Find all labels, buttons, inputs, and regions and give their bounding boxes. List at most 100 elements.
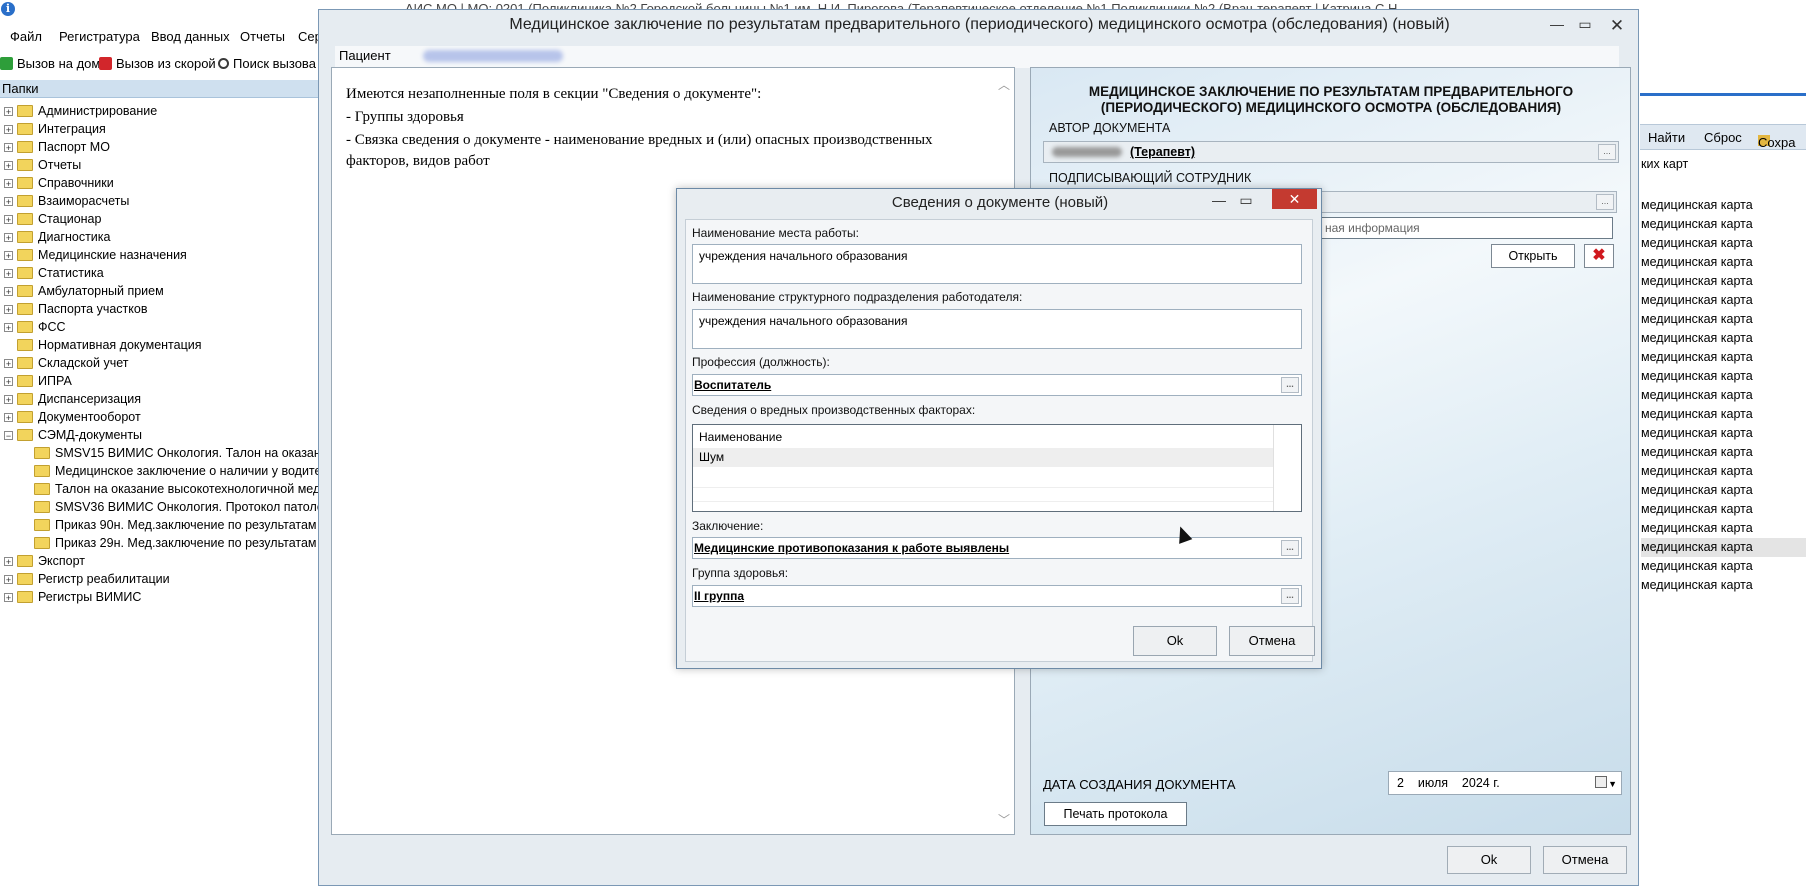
list-item[interactable]: медицинская карта xyxy=(1641,348,1806,367)
reset-button[interactable]: Сброс xyxy=(1704,130,1742,145)
tree-item[interactable]: + Справочники xyxy=(4,174,114,192)
table-row[interactable]: Шум xyxy=(693,448,1273,467)
expander-icon[interactable]: + xyxy=(4,160,13,170)
tree-item[interactable]: + Регистр реабилитации xyxy=(4,570,170,588)
expander-icon[interactable]: + xyxy=(4,142,13,152)
open-button[interactable]: Открыть xyxy=(1491,244,1575,268)
tree-item[interactable]: − СЭМД-документы xyxy=(4,426,142,444)
calendar-icon[interactable] xyxy=(1595,776,1607,788)
maximize-icon[interactable]: ▭ xyxy=(1234,192,1258,209)
expander-icon[interactable]: + xyxy=(4,322,13,332)
tree-item[interactable]: + Амбулаторный прием xyxy=(4,282,164,300)
home-call-button[interactable]: Вызов на дом xyxy=(0,56,100,71)
tree-item[interactable]: + ИПРА xyxy=(4,372,72,390)
expander-icon[interactable]: + xyxy=(4,250,13,260)
expander-icon[interactable]: + xyxy=(4,106,13,116)
tree-item[interactable]: + ФСС xyxy=(4,318,66,336)
health-group-select-button[interactable]: ... xyxy=(1281,588,1299,604)
expander-icon[interactable]: + xyxy=(4,268,13,278)
list-item[interactable]: медицинская карта xyxy=(1641,272,1806,291)
expander-icon[interactable]: + xyxy=(4,124,13,134)
tree-item[interactable]: + Регистры ВИМИС xyxy=(4,588,141,606)
close-icon[interactable]: ✕ xyxy=(1605,16,1629,36)
tree-item[interactable]: + Диагностика xyxy=(4,228,110,246)
main-ok-button[interactable]: Ok xyxy=(1447,846,1531,874)
list-item[interactable]: медицинская карта xyxy=(1641,424,1806,443)
extra-info-field[interactable]: ная информация xyxy=(1320,217,1613,239)
expander-icon[interactable]: + xyxy=(4,574,13,584)
tree-item[interactable]: + Отчеты xyxy=(4,156,81,174)
expander-icon[interactable]: + xyxy=(4,178,13,188)
expander-icon[interactable]: + xyxy=(4,286,13,296)
delete-icon[interactable]: ✖ xyxy=(1584,244,1614,268)
list-item[interactable]: медицинская карта xyxy=(1641,196,1806,215)
conclusion-field[interactable]: Медицинские противопоказания к работе вы… xyxy=(692,537,1302,559)
expander-icon[interactable]: + xyxy=(4,304,13,314)
expander-icon[interactable]: + xyxy=(4,232,13,242)
list-item[interactable]: медицинская карта xyxy=(1641,481,1806,500)
profession-select-button[interactable]: ... xyxy=(1281,377,1299,393)
expander-icon[interactable]: − xyxy=(4,430,13,440)
list-item[interactable]: медицинская карта xyxy=(1641,500,1806,519)
workplace-input[interactable]: учреждения начального образования xyxy=(692,244,1302,284)
list-item[interactable]: медицинская карта xyxy=(1641,405,1806,424)
menu-reports[interactable]: Отчеты xyxy=(240,29,285,44)
expander-icon[interactable]: + xyxy=(4,214,13,224)
subdivision-input[interactable]: учреждения начального образования xyxy=(692,309,1302,349)
tree-item[interactable]: + Взаиморасчеты xyxy=(4,192,129,210)
list-item[interactable]: медицинская карта xyxy=(1641,519,1806,538)
list-item[interactable]: медицинская карта xyxy=(1641,215,1806,234)
find-button[interactable]: Найти xyxy=(1648,130,1685,145)
tree-item[interactable]: SMSV15 ВИМИС Онкология. Талон на оказани… xyxy=(34,444,318,462)
author-field[interactable]: (Терапевт) ... xyxy=(1043,141,1619,163)
list-item[interactable]: медицинская карта xyxy=(1641,291,1806,310)
tree-item[interactable]: + Паспорт МО xyxy=(4,138,110,156)
tree-item[interactable]: + Администрирование xyxy=(4,102,157,120)
dialog-cancel-button[interactable]: Отмена xyxy=(1229,626,1315,656)
expander-icon[interactable]: + xyxy=(4,412,13,422)
creation-date-field[interactable]: 2 июля 2024 г. ▼ xyxy=(1388,771,1622,795)
main-cancel-button[interactable]: Отмена xyxy=(1543,846,1627,874)
list-item[interactable]: медицинская карта xyxy=(1641,329,1806,348)
ambulance-call-button[interactable]: Вызов из скорой xyxy=(99,56,216,71)
list-item[interactable]: медицинская карта xyxy=(1641,386,1806,405)
tree-item[interactable]: + Складской учет xyxy=(4,354,128,372)
tree-item[interactable]: SMSV36 ВИМИС Онкология. Протокол патолог xyxy=(34,498,318,516)
tree-item[interactable]: + Статистика xyxy=(4,264,104,282)
expander-icon[interactable]: + xyxy=(4,196,13,206)
close-icon[interactable]: ✕ xyxy=(1272,189,1317,209)
factors-grid[interactable]: Наименование Шум xyxy=(692,424,1302,512)
print-protocol-button[interactable]: Печать протокола xyxy=(1044,802,1187,826)
scroll-up-icon[interactable]: ︿ xyxy=(998,76,1010,93)
scroll-down-icon[interactable]: ﹀ xyxy=(998,811,1010,828)
tree-item[interactable]: Приказ 90н. Мед.заключение по результата… xyxy=(34,516,318,534)
tree-item[interactable]: Медицинское заключение о наличии у водит… xyxy=(34,462,318,480)
minimize-icon[interactable]: — xyxy=(1207,192,1231,208)
chevron-down-icon[interactable]: ▼ xyxy=(1608,773,1617,795)
tree-item[interactable]: + Медицинские назначения xyxy=(4,246,187,264)
list-item[interactable]: медицинская карта xyxy=(1641,234,1806,253)
tree-item[interactable]: Нормативная документация xyxy=(4,336,202,354)
list-item[interactable]: медицинская карта xyxy=(1641,557,1806,576)
expander-icon[interactable]: + xyxy=(4,376,13,386)
list-item[interactable]: медицинская карта xyxy=(1641,310,1806,329)
author-select-button[interactable]: ... xyxy=(1598,144,1616,160)
list-item[interactable]: медицинская карта xyxy=(1641,253,1806,272)
tree-item[interactable]: + Стационар xyxy=(4,210,101,228)
health-group-field[interactable]: II группа ... xyxy=(692,585,1302,607)
list-item[interactable]: медицинская карта xyxy=(1641,367,1806,386)
dialog-ok-button[interactable]: Ok xyxy=(1133,626,1217,656)
list-item[interactable]: медицинская карта xyxy=(1641,443,1806,462)
tree-item[interactable]: Приказ 29н. Мед.заключение по результата… xyxy=(34,534,318,552)
signer-select-button[interactable]: ... xyxy=(1596,194,1614,210)
maximize-icon[interactable]: ▭ xyxy=(1573,16,1597,33)
list-item[interactable]: медицинская карта xyxy=(1641,538,1806,557)
menu-file[interactable]: Файл xyxy=(10,29,42,44)
expander-icon[interactable]: + xyxy=(4,592,13,602)
list-item[interactable]: медицинская карта xyxy=(1641,462,1806,481)
minimize-icon[interactable]: — xyxy=(1545,16,1569,32)
profession-field[interactable]: Воспитатель ... xyxy=(692,374,1302,396)
expander-icon[interactable]: + xyxy=(4,358,13,368)
list-item[interactable]: медицинская карта xyxy=(1641,576,1806,595)
menu-registry[interactable]: Регистратура xyxy=(59,29,140,44)
